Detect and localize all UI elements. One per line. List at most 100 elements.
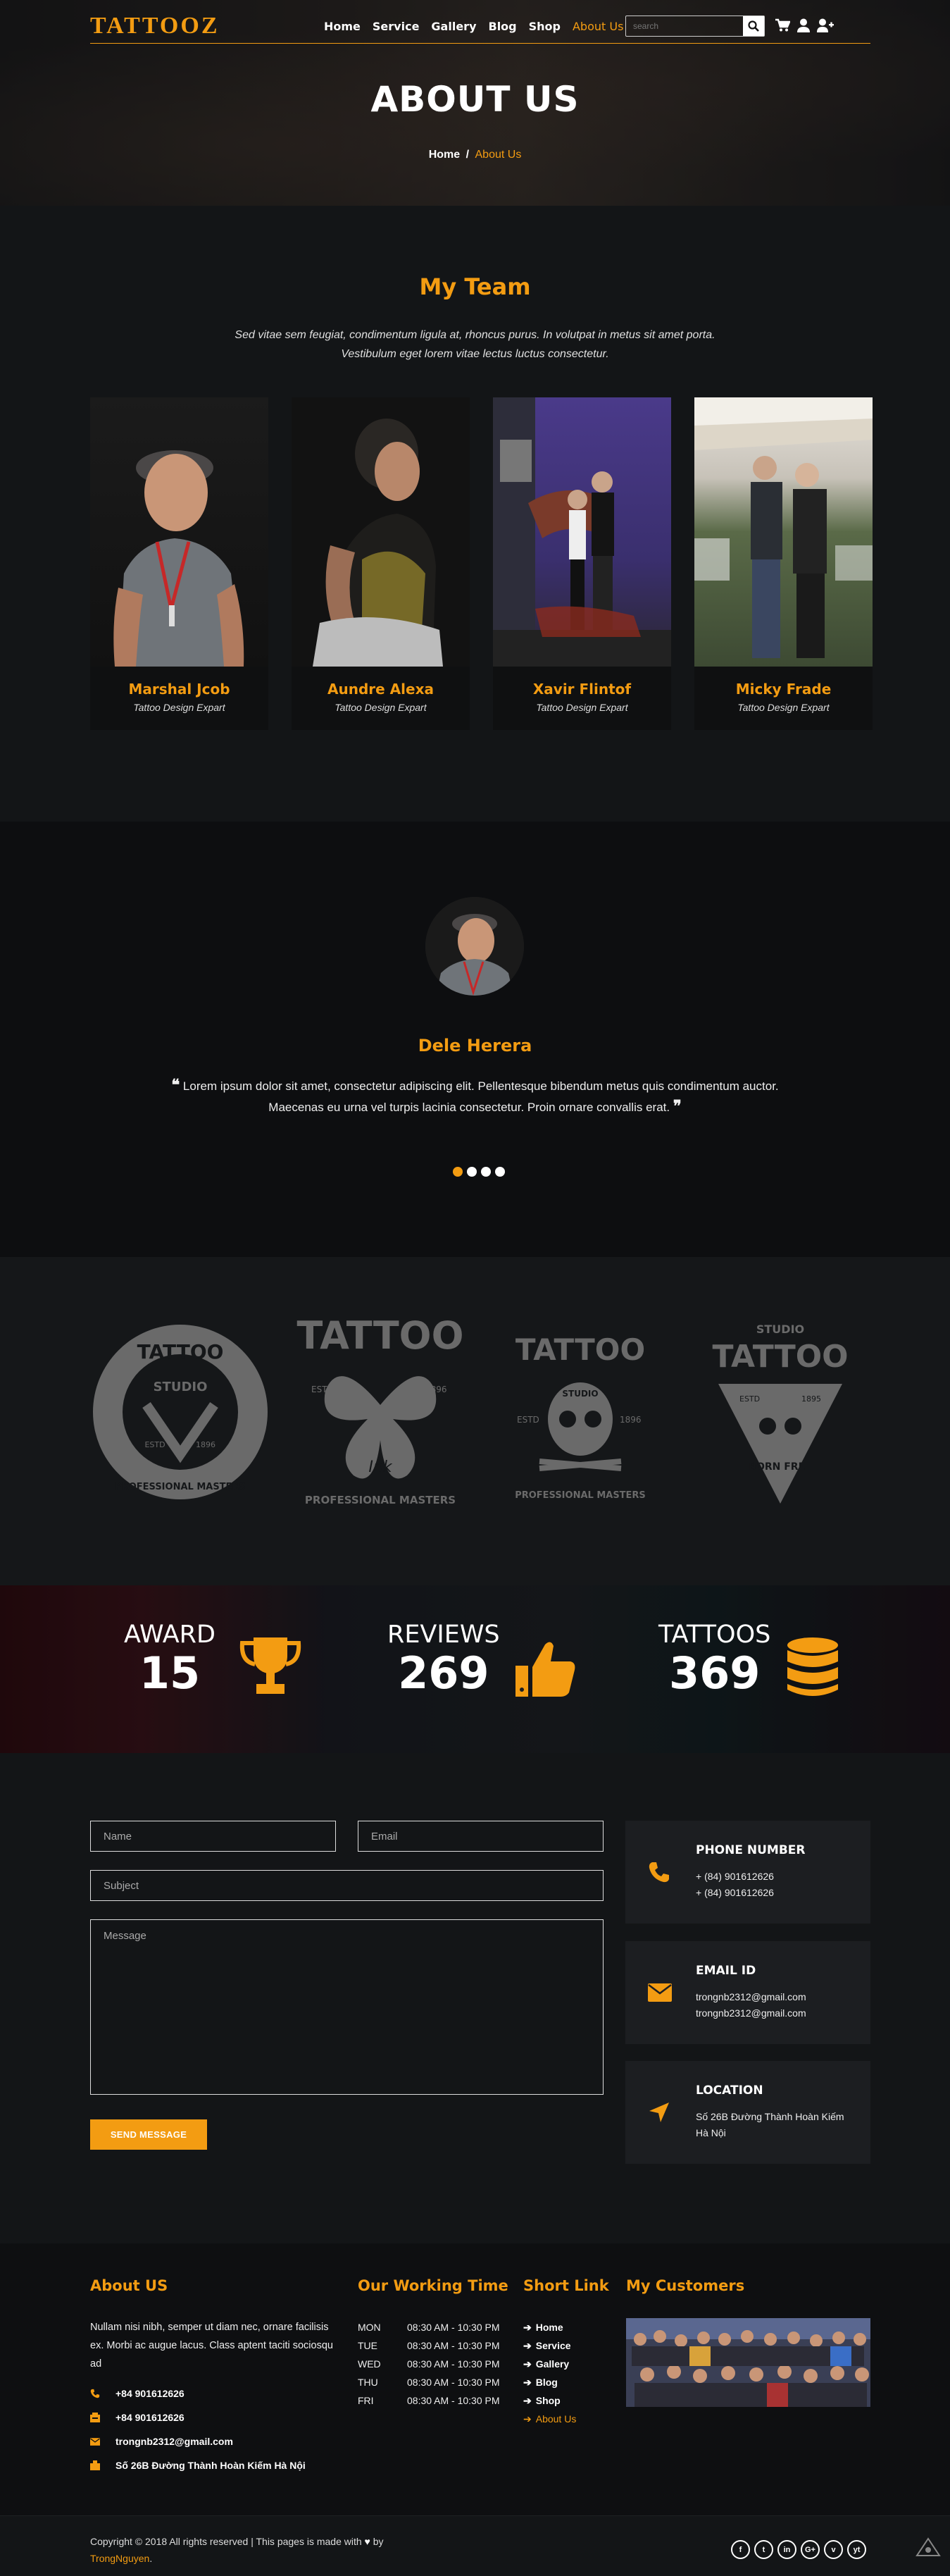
- top-navbar: TATTOOZ Home Service Gallery Blog Shop A…: [90, 13, 870, 44]
- message-field[interactable]: Message: [90, 1919, 604, 2095]
- phone-icon: [90, 2389, 100, 2398]
- breadcrumb: Home / About Us: [0, 149, 950, 161]
- logo-left-text: ESTD: [739, 1394, 760, 1404]
- breadcrumb-separator: /: [465, 149, 470, 161]
- footer-link-home[interactable]: ➔ Home: [523, 2318, 576, 2336]
- slider-dot-1[interactable]: [453, 1167, 463, 1177]
- footer-about-heading: About US: [90, 2277, 168, 2294]
- subject-placeholder: Subject: [104, 1879, 139, 1892]
- team-card[interactable]: Aundre Alexa Tattoo Design Expart: [292, 397, 470, 730]
- team-intro: Sed vitae sem feugiat, condimentum ligul…: [0, 326, 950, 364]
- hero-banner: TATTOOZ Home Service Gallery Blog Shop A…: [0, 0, 950, 206]
- twitter-icon[interactable]: t: [754, 2540, 773, 2559]
- footer-link-shop[interactable]: ➔ Shop: [523, 2391, 576, 2410]
- team-card[interactable]: Micky Frade Tattoo Design Expart: [694, 397, 873, 730]
- search-input[interactable]: [626, 16, 743, 36]
- building-icon: [90, 2460, 100, 2470]
- member-name: Aundre Alexa: [327, 681, 434, 698]
- send-message-button[interactable]: SEND MESSAGE: [90, 2119, 207, 2150]
- member-name: Micky Frade: [735, 681, 832, 698]
- logo-left-text: ESTD: [517, 1415, 539, 1425]
- member-role: Tattoo Design Expart: [536, 702, 628, 713]
- team-card[interactable]: Marshal Jcob Tattoo Design Expart: [90, 397, 268, 730]
- hours-row: WED 08:30 AM - 10:30 PM: [358, 2358, 500, 2370]
- fax-icon: [90, 2413, 100, 2422]
- slider-dot-4[interactable]: [495, 1167, 505, 1177]
- team-card[interactable]: Xavir Flintof Tattoo Design Expart: [493, 397, 671, 730]
- email-title: EMAIL ID: [696, 1964, 756, 1978]
- google-plus-icon[interactable]: G+: [801, 2540, 820, 2559]
- linkedin-icon[interactable]: in: [777, 2540, 796, 2559]
- arrow-right-icon: ➔: [523, 2339, 532, 2351]
- team-heading: My Team: [419, 273, 531, 300]
- hours-row: THU 08:30 AM - 10:30 PM: [358, 2377, 500, 2388]
- location-title: LOCATION: [696, 2083, 763, 2098]
- email-line-2: trongnb2312@gmail.com: [696, 2007, 806, 2019]
- quote-close-icon: ❞: [673, 1097, 682, 1115]
- search-button[interactable]: [743, 16, 764, 36]
- back-to-top-icon[interactable]: [915, 2537, 941, 2558]
- nav-shop[interactable]: Shop: [529, 20, 561, 33]
- phone-line-1: + (84) 901612626: [696, 1871, 774, 1882]
- user-icon[interactable]: [797, 18, 810, 32]
- footer-links-heading: Short Link: [523, 2277, 609, 2294]
- footer-link-about-us[interactable]: ➔ About Us: [523, 2410, 576, 2428]
- nav-service[interactable]: Service: [373, 20, 420, 33]
- location-arrow-icon: [649, 2103, 669, 2122]
- phone-icon: [649, 1862, 669, 1883]
- member-name: Marshal Jcob: [128, 681, 230, 698]
- copyright-by: by: [373, 2536, 384, 2547]
- breadcrumb-home[interactable]: Home: [429, 149, 460, 161]
- author-link[interactable]: TrongNguyen: [90, 2553, 149, 2564]
- logo-top-text: TATTOO: [712, 1339, 848, 1375]
- search-icon: [748, 20, 759, 32]
- member-role: Tattoo Design Expart: [335, 702, 427, 713]
- short-links: ➔ Home ➔ Service ➔ Gallery ➔ Blog ➔ Shop ➔ Abo…: [523, 2318, 576, 2428]
- email-field[interactable]: Email: [358, 1821, 604, 1852]
- phone-line-2: + (84) 901612626: [696, 1887, 774, 1898]
- stat-label: AWARD: [124, 1621, 215, 1649]
- footer-phone-1: +84 901612626: [90, 2388, 185, 2399]
- site-logo[interactable]: TATTOOZ: [90, 13, 220, 39]
- footer-link-service[interactable]: ➔ Service: [523, 2336, 576, 2355]
- partner-logo-row: TATTOO STUDIO ESTD 1896 PROFESSIONAL MAS…: [90, 1313, 870, 1518]
- footer-link-blog[interactable]: ➔ Blog: [523, 2373, 576, 2391]
- nav-about-us[interactable]: About Us: [573, 20, 623, 33]
- team-intro-line1: Sed vitae sem feugiat, condimentum ligul…: [235, 329, 715, 341]
- slider-dot-2[interactable]: [467, 1167, 477, 1177]
- logo-mid-text: STUDIO: [154, 1380, 208, 1394]
- cart-icon[interactable]: [775, 18, 790, 32]
- facebook-icon[interactable]: f: [731, 2540, 750, 2559]
- user-plus-icon[interactable]: [817, 18, 834, 32]
- logo-top-text: TATTOO: [137, 1340, 224, 1363]
- search-box: [625, 16, 765, 37]
- nav-home[interactable]: Home: [324, 20, 361, 33]
- location-line-2: Hà Nội: [696, 2127, 726, 2138]
- slider-dot-3[interactable]: [481, 1167, 491, 1177]
- nav-icons: [775, 18, 834, 32]
- logo-right-text: 1896: [425, 1385, 447, 1394]
- member-role: Tattoo Design Expart: [133, 702, 225, 713]
- stat-award: AWARD 15: [124, 1621, 215, 1698]
- testimonial-section: Dele Herera ❝ Lorem ipsum dolor sit amet…: [0, 822, 950, 1257]
- customers-photo: [626, 2318, 870, 2407]
- team-intro-line2: Vestibulum eget lorem vitae lectus luctu…: [341, 348, 609, 360]
- nav-gallery[interactable]: Gallery: [431, 20, 476, 33]
- member-name: Xavir Flintof: [532, 681, 632, 698]
- stat-reviews: REVIEWS 269: [387, 1621, 500, 1698]
- subject-field[interactable]: Subject: [90, 1870, 604, 1901]
- member-role: Tattoo Design Expart: [737, 702, 830, 713]
- hours-row: TUE 08:30 AM - 10:30 PM: [358, 2340, 500, 2351]
- name-placeholder: Name: [104, 1830, 132, 1843]
- footer-bottom-bar: Copyright © 2018 All rights reserved | T…: [0, 2515, 950, 2576]
- location-line-1: Số 26B Đường Thành Hoàn Kiếm: [696, 2111, 844, 2122]
- email-placeholder: Email: [371, 1830, 398, 1843]
- testimonial-text: Lorem ipsum dolor sit amet, consectetur …: [182, 1079, 779, 1114]
- vimeo-icon[interactable]: v: [824, 2540, 843, 2559]
- youtube-icon[interactable]: yt: [847, 2540, 866, 2559]
- footer-phone-2-text: +84 901612626: [115, 2412, 185, 2423]
- nav-blog[interactable]: Blog: [489, 20, 517, 33]
- name-field[interactable]: Name: [90, 1821, 336, 1852]
- footer-about-text: Nullam nisi nibh, semper ut diam nec, or…: [90, 2322, 333, 2370]
- footer-link-gallery[interactable]: ➔ Gallery: [523, 2355, 576, 2373]
